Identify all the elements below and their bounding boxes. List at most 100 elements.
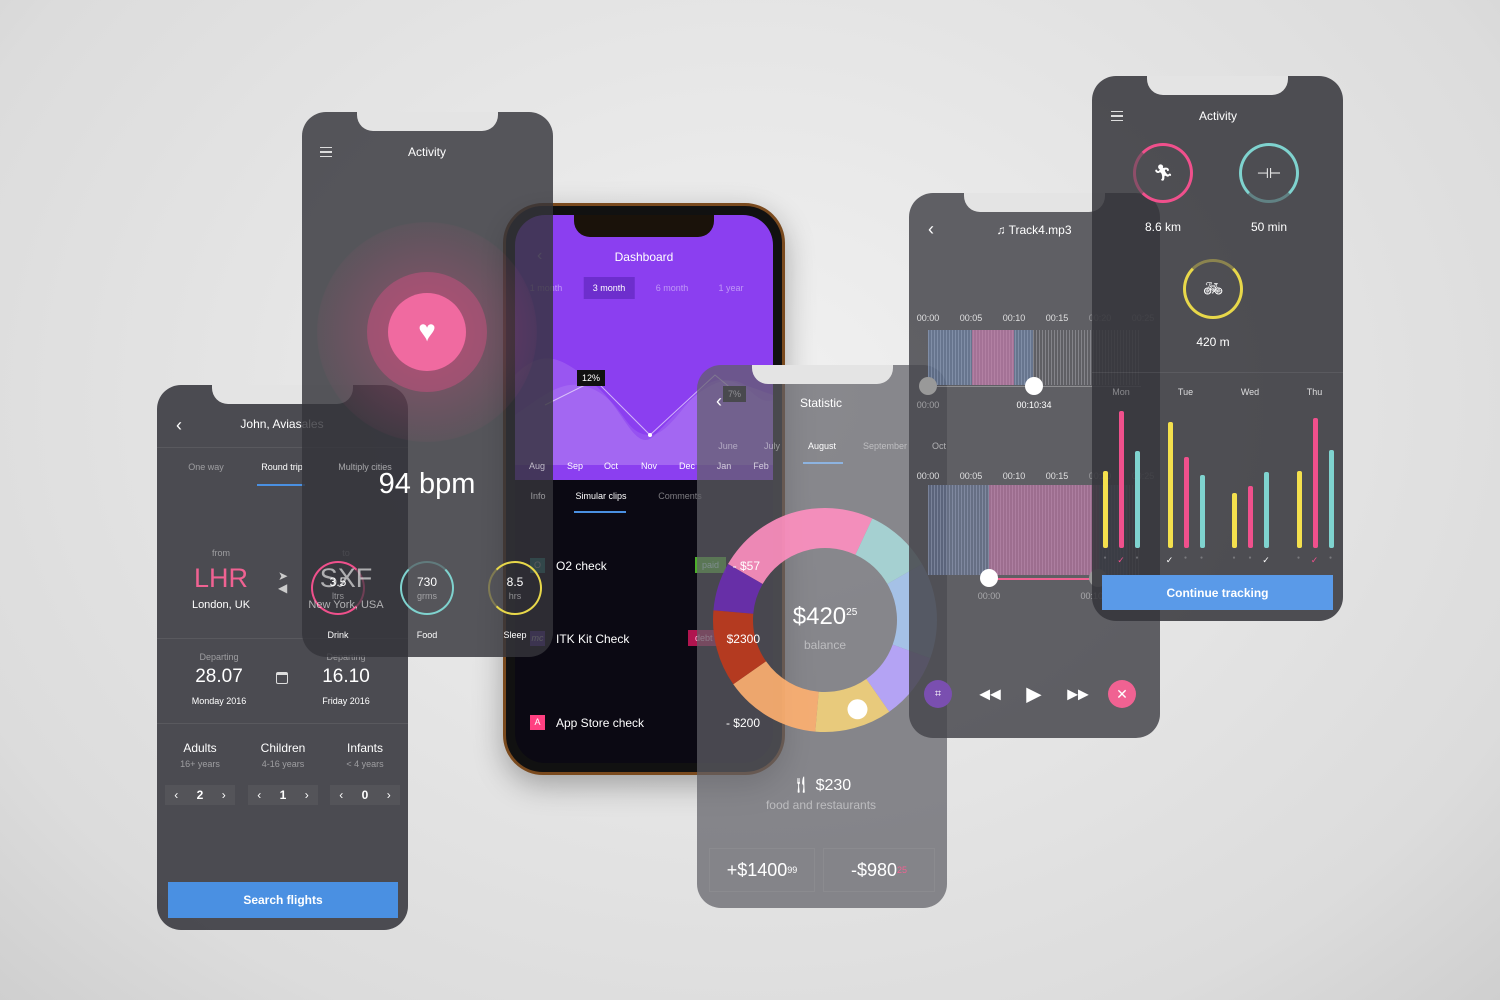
food-value: 730	[416, 575, 438, 589]
dot-icon: ●	[1328, 555, 1333, 561]
infants-stepper[interactable]: ‹ 0 ›	[330, 785, 400, 805]
back-icon[interactable]: ‹	[176, 415, 182, 436]
adults-label: Adults	[183, 741, 217, 755]
expense-box[interactable]: -$980 25	[823, 848, 935, 892]
dashboard-title: Dashboard	[614, 250, 674, 264]
fork-knife-icon: 🍴︎	[790, 777, 812, 794]
children-stepper[interactable]: ‹ 1 ›	[248, 785, 318, 805]
start-time: 00:00	[916, 400, 940, 410]
activity-bar[interactable]	[1248, 486, 1253, 548]
play-button[interactable]: ▶	[1026, 682, 1041, 707]
from-code[interactable]: LHR	[194, 563, 248, 594]
day-label: Tue	[1177, 387, 1194, 397]
back-icon[interactable]: ‹	[716, 391, 722, 412]
row-name: ITK Kit Check	[556, 632, 630, 646]
dot-icon: ●	[1103, 555, 1107, 561]
activity-bar[interactable]	[1312, 417, 1318, 548]
month-tab[interactable]: June	[718, 441, 738, 451]
rewind-button[interactable]: ◀◀	[979, 686, 1001, 703]
donut-handle[interactable]	[847, 699, 868, 720]
menu-icon[interactable]	[320, 147, 332, 157]
category-amount: 🍴︎ $230	[790, 777, 852, 794]
activity-bar[interactable]	[1199, 475, 1205, 548]
activity-screen: Activity 🏃︎ 8.6 km ⊣⊢ 50 min 🚲︎ 420 m Mo…	[1092, 76, 1343, 621]
income-box[interactable]: +$1400 99	[709, 848, 815, 892]
balance-value: $42025	[792, 603, 858, 630]
sleep-value: 8.5	[506, 575, 524, 589]
activity-bar[interactable]	[1183, 457, 1189, 548]
activity-bar[interactable]	[1232, 493, 1237, 548]
to-code[interactable]: SXF	[320, 563, 373, 594]
time-tick: 00:10	[1002, 313, 1026, 323]
heart-button[interactable]: ♥	[388, 293, 466, 371]
depart-date[interactable]: 28.07	[195, 666, 243, 688]
heart-icon: ♥	[418, 315, 436, 348]
month-tab[interactable]: Oct	[932, 441, 946, 451]
to-city: New York, USA	[308, 599, 384, 611]
track-title: ♫ Track4.mp3	[996, 223, 1072, 237]
row-amount: - $57	[732, 559, 760, 573]
running-ring[interactable]: 🏃︎	[1133, 143, 1193, 203]
dot-icon: ●	[1199, 555, 1204, 561]
close-button[interactable]: ✕	[1108, 680, 1136, 708]
running-icon: 🏃︎	[1152, 165, 1174, 182]
dot-icon: ●	[1135, 555, 1139, 561]
workout-ring[interactable]: ⊣⊢	[1239, 143, 1299, 203]
slider-start-handle-2[interactable]	[980, 569, 998, 587]
infants-sub: < 4 years	[346, 759, 384, 769]
range-1-year[interactable]: 1 year	[718, 283, 743, 293]
activity-bar[interactable]	[1135, 451, 1140, 548]
tab-info[interactable]: Info	[530, 491, 545, 501]
search-flights-button[interactable]: Search flights	[168, 882, 398, 918]
tab-one-way[interactable]: One way	[188, 462, 224, 472]
activity-bar[interactable]	[1119, 410, 1124, 548]
check-icon: ✓	[1117, 555, 1125, 565]
crop-button[interactable]: ⌗	[924, 680, 952, 708]
bike-icon: 🚲︎	[1202, 281, 1224, 298]
tab-round-trip[interactable]: Round trip	[261, 462, 303, 472]
tab-comments[interactable]: Comments	[658, 491, 702, 501]
dot-icon: ●	[1232, 555, 1236, 561]
month-label: Sep	[566, 461, 584, 471]
fast-forward-button[interactable]: ▶▶	[1067, 686, 1089, 703]
balance-label: balance	[803, 638, 847, 652]
food-label: Food	[416, 630, 438, 640]
activity-bar[interactable]	[1167, 422, 1173, 548]
food-unit: grms	[417, 591, 437, 601]
back-icon[interactable]: ‹	[928, 219, 934, 240]
tab-simular-clips[interactable]: Simular clips	[575, 491, 626, 501]
adults-stepper[interactable]: ‹ 2 ›	[165, 785, 235, 805]
month-tab[interactable]: July	[764, 441, 780, 451]
month-tab[interactable]: September	[863, 441, 907, 451]
continue-tracking-button[interactable]: Continue tracking	[1102, 575, 1333, 610]
duration-label: 50 min	[1250, 220, 1288, 234]
elevation-label: 420 m	[1196, 335, 1230, 349]
dot-icon: ●	[1248, 555, 1252, 561]
check-icon: ✓	[1262, 555, 1270, 565]
departing-label: Departing	[199, 652, 239, 662]
row-amount: $2300	[726, 632, 760, 646]
slider-start-handle[interactable]	[919, 377, 937, 395]
day-label: Mon	[1112, 387, 1130, 397]
time-tick: 00:00	[916, 313, 940, 323]
activity-bar[interactable]	[1328, 450, 1334, 548]
range-3-month[interactable]: 3 month	[583, 277, 635, 299]
calendar-icon[interactable]	[276, 672, 288, 684]
slider-position-handle[interactable]	[1025, 377, 1043, 395]
time-tick: 00:05	[959, 313, 983, 323]
range-6-month[interactable]: 6 month	[656, 283, 689, 293]
activity-bar[interactable]	[1103, 471, 1108, 548]
activity-bar[interactable]	[1264, 472, 1269, 548]
activity-bar[interactable]	[1296, 471, 1302, 548]
row-name: O2 check	[556, 559, 607, 573]
bpm-value: 94 bpm	[378, 468, 476, 500]
tooltip-12: 12%	[577, 370, 606, 386]
return-date[interactable]: 16.10	[322, 666, 370, 688]
month-label: Dec	[678, 461, 696, 471]
tab-multiply-cities[interactable]: Multiply cities	[338, 462, 392, 472]
month-tab-active[interactable]: August	[808, 441, 836, 451]
cycling-ring[interactable]: 🚲︎	[1183, 259, 1243, 319]
swap-icon[interactable]: ➤ ◀	[278, 570, 288, 594]
menu-icon[interactable]	[1111, 111, 1123, 121]
infants-label: Infants	[346, 741, 384, 755]
